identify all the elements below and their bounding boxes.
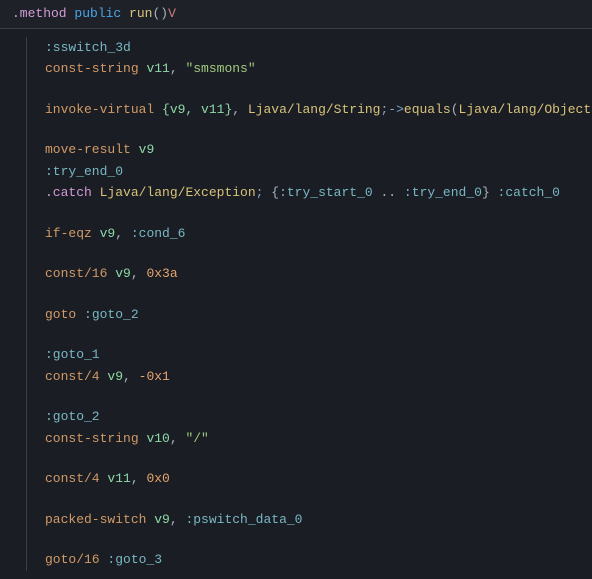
label: :try_end_0 <box>45 164 123 179</box>
label: :sswitch_3d <box>45 40 131 55</box>
modifier-public: public <box>74 6 121 21</box>
blank-line <box>45 244 592 263</box>
blank-line <box>45 490 592 509</box>
blank-line <box>45 449 592 468</box>
opcode: if-eqz <box>45 226 92 241</box>
blank-line <box>45 387 592 406</box>
register: v9 <box>154 512 170 527</box>
code-line: const-string v11, "smsmons" <box>45 58 592 80</box>
code-line: :sswitch_3d <box>45 37 592 59</box>
register: v9 <box>139 142 155 157</box>
code-line: :try_end_0 <box>45 161 592 183</box>
arrow: ;-> <box>380 102 403 117</box>
opcode: const-string <box>45 431 139 446</box>
code-line: :goto_2 <box>45 406 592 428</box>
opcode: goto/16 <box>45 552 100 567</box>
blank-line <box>45 325 592 344</box>
type: Ljava/lang/String <box>248 102 381 117</box>
return-type: V <box>168 6 176 21</box>
blank-line <box>45 120 592 139</box>
opcode: const/4 <box>45 471 100 486</box>
label: :goto_1 <box>45 347 100 362</box>
opcode: move-result <box>45 142 131 157</box>
code-line: goto/16 :goto_3 <box>45 549 592 571</box>
label: :goto_2 <box>45 409 100 424</box>
type: Ljava/lang/Object <box>459 102 592 117</box>
code-line: .catch Ljava/lang/Exception; {:try_start… <box>45 182 592 204</box>
opcode: const/16 <box>45 266 107 281</box>
label: :try_start_0 <box>279 185 373 200</box>
keyword-method: .method <box>12 6 67 21</box>
code-line: packed-switch v9, :pswitch_data_0 <box>45 509 592 531</box>
method-ref: equals <box>404 102 451 117</box>
directive: .catch <box>45 185 92 200</box>
number: 0x0 <box>146 471 169 486</box>
register: v11 <box>107 471 130 486</box>
opcode: packed-switch <box>45 512 146 527</box>
type: Ljava/lang/Exception <box>100 185 256 200</box>
blank-line <box>45 80 592 99</box>
method-body: :sswitch_3d const-string v11, "smsmons" … <box>26 37 592 571</box>
code-line: const/16 v9, 0x3a <box>45 263 592 285</box>
parens: () <box>152 6 168 21</box>
register-list: {v9, v11} <box>162 102 232 117</box>
code-line: invoke-virtual {v9, v11}, Ljava/lang/Str… <box>45 99 592 121</box>
code-line: move-result v9 <box>45 139 592 161</box>
label: :catch_0 <box>498 185 560 200</box>
opcode: goto <box>45 307 76 322</box>
string-literal: "/" <box>185 431 208 446</box>
blank-line <box>45 204 592 223</box>
register: v9 <box>115 266 131 281</box>
method-signature-header: .method public run()V <box>0 0 592 29</box>
code-line: if-eqz v9, :cond_6 <box>45 223 592 245</box>
register: v11 <box>146 61 169 76</box>
opcode: const-string <box>45 61 139 76</box>
code-editor[interactable]: :sswitch_3d const-string v11, "smsmons" … <box>0 29 592 579</box>
blank-line <box>45 530 592 549</box>
label: :goto_3 <box>107 552 162 567</box>
blank-line <box>45 285 592 304</box>
label: :cond_6 <box>131 226 186 241</box>
method-name: run <box>129 6 152 21</box>
string-literal: "smsmons" <box>185 61 255 76</box>
number: 0x3a <box>146 266 177 281</box>
register: v9 <box>107 369 123 384</box>
code-line: const/4 v11, 0x0 <box>45 468 592 490</box>
code-line: :goto_1 <box>45 344 592 366</box>
register: v9 <box>100 226 116 241</box>
code-line: goto :goto_2 <box>45 304 592 326</box>
number: -0x1 <box>139 369 170 384</box>
opcode: invoke-virtual <box>45 102 154 117</box>
register: v10 <box>146 431 169 446</box>
code-line: const-string v10, "/" <box>45 428 592 450</box>
label: :goto_2 <box>84 307 139 322</box>
opcode: const/4 <box>45 369 100 384</box>
label: :try_end_0 <box>404 185 482 200</box>
label: :pswitch_data_0 <box>185 512 302 527</box>
code-line: const/4 v9, -0x1 <box>45 366 592 388</box>
